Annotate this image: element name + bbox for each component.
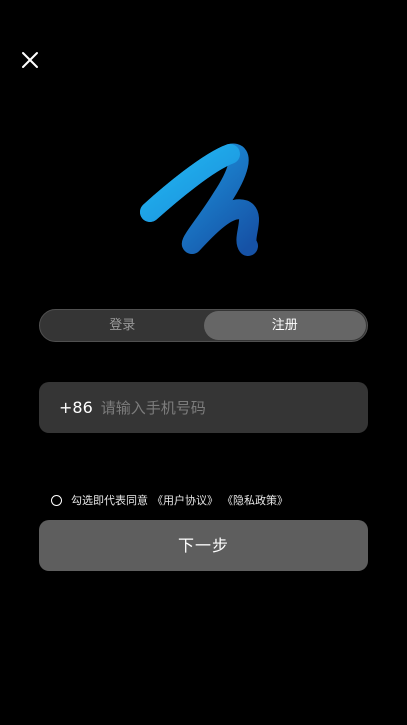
agreement-text: 勾选即代表同意 <box>71 494 148 507</box>
country-code-selector[interactable]: +86 <box>59 398 93 417</box>
tab-login[interactable]: 登录 <box>41 311 204 340</box>
auth-tab-switch: 登录 注册 <box>39 309 368 342</box>
brand-logo <box>130 138 278 266</box>
brand-logo-icon <box>140 143 259 256</box>
next-button[interactable]: 下一步 <box>39 520 368 571</box>
privacy-policy-link[interactable]: 《隐私政策》 <box>222 492 288 508</box>
user-agreement-link[interactable]: 《用户协议》 <box>152 492 218 508</box>
close-icon <box>22 52 38 68</box>
phone-field: +86 <box>39 382 368 433</box>
tab-register[interactable]: 注册 <box>203 311 366 340</box>
phone-input[interactable] <box>100 382 368 433</box>
agreement-row: 勾选即代表同意 《用户协议》 《隐私政策》 <box>51 492 288 508</box>
agreement-checkbox[interactable] <box>51 494 62 506</box>
close-button[interactable] <box>16 46 44 74</box>
